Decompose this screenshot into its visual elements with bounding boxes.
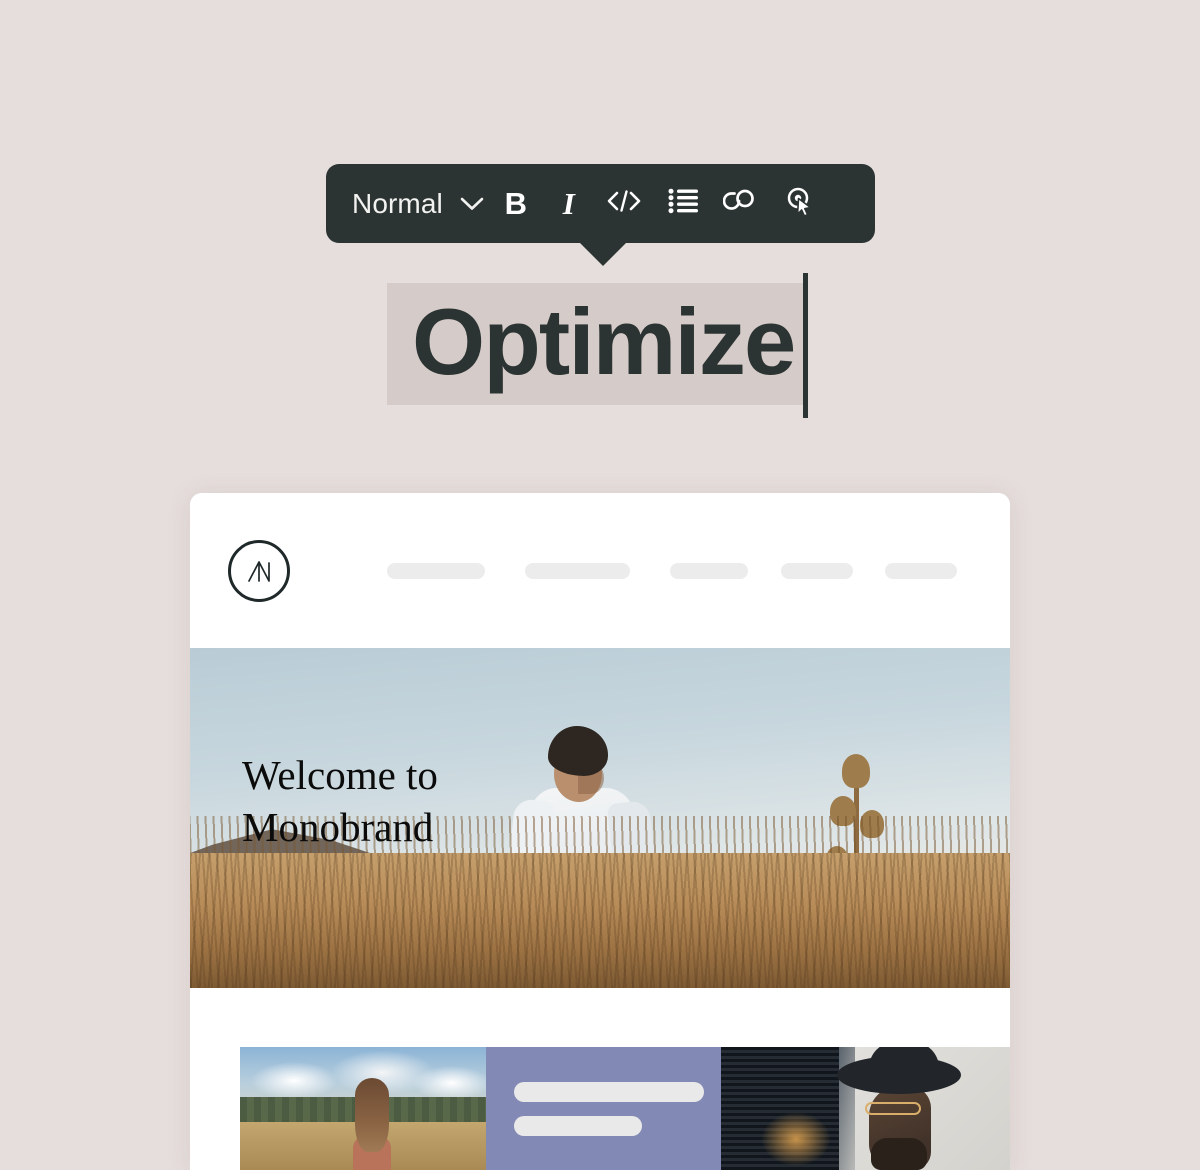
bullet-list-button[interactable]	[654, 180, 712, 228]
code-icon	[606, 189, 642, 218]
code-button[interactable]	[594, 180, 654, 228]
website-preview-card: Welcome to Monobrand	[190, 493, 1010, 1170]
chevron-down-icon	[460, 197, 484, 211]
italic-icon: I	[562, 185, 575, 221]
toolbar-pointer-tail	[579, 242, 627, 266]
woman-hair	[355, 1078, 389, 1152]
man-glasses	[865, 1102, 921, 1115]
bold-icon: B	[504, 185, 528, 221]
italic-button[interactable]: I	[544, 180, 594, 228]
nav-pill-2[interactable]	[525, 562, 630, 579]
panel-right-light-glow	[761, 1112, 831, 1166]
hero-title: Welcome to Monobrand	[242, 752, 438, 850]
panel-text-bar-2	[514, 1115, 642, 1136]
panel-left-woman-figure	[345, 1078, 399, 1170]
content-panels	[240, 1047, 1010, 1170]
link-icon	[722, 189, 761, 218]
hero-section: Welcome to Monobrand	[190, 648, 1010, 988]
text-caret	[802, 273, 808, 418]
site-nav-links	[387, 562, 957, 579]
link-button[interactable]	[712, 180, 772, 228]
panel-right-man-figure	[837, 1047, 967, 1170]
click-action-button[interactable]	[772, 180, 828, 228]
panel-image-right[interactable]	[721, 1047, 1010, 1170]
site-navbar	[190, 493, 1010, 648]
panel-text-bar-1	[514, 1081, 704, 1102]
nav-pill-3[interactable]	[670, 562, 748, 579]
bold-button[interactable]: B	[488, 180, 544, 228]
nav-pill-5[interactable]	[885, 562, 957, 579]
text-style-dropdown-label: Normal	[352, 187, 443, 219]
man-beard	[871, 1138, 927, 1170]
panel-image-left[interactable]	[240, 1047, 486, 1170]
hero-wheat-field	[190, 853, 1010, 988]
man-hat-crown	[869, 1047, 939, 1076]
monobrand-logo-icon[interactable]	[228, 539, 290, 602]
bullet-list-icon	[668, 188, 698, 219]
thistle-bud-top	[842, 754, 870, 788]
nav-pill-1[interactable]	[387, 562, 485, 579]
person-hair	[548, 726, 608, 776]
nav-pill-4[interactable]	[781, 562, 853, 579]
panel-text-block[interactable]	[486, 1047, 721, 1170]
format-toolbar: Normal B I	[326, 164, 875, 243]
headline-editor[interactable]: Optimize	[387, 273, 808, 418]
headline-text[interactable]: Optimize	[387, 283, 805, 405]
text-style-dropdown[interactable]: Normal	[352, 180, 488, 228]
click-pointer-icon	[784, 185, 816, 222]
